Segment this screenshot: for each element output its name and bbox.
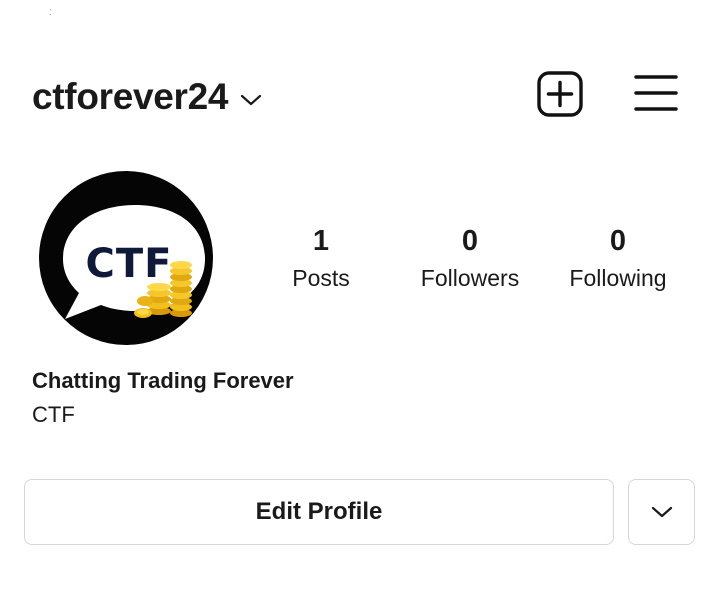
followers-stat[interactable]: 0 Followers [421,222,519,294]
chevron-down-icon [651,506,672,518]
following-label: Following [569,265,667,291]
posts-label: Posts [292,265,350,291]
plus-square-icon [537,71,583,117]
posts-count: 1 [312,225,330,257]
hamburger-menu-icon [634,75,678,111]
chevron-down-icon [241,94,262,106]
bio: CTF [32,402,75,427]
posts-stat[interactable]: 1 Posts [292,222,350,294]
followers-label: Followers [420,265,520,291]
account-switcher[interactable]: ctforever24 [32,76,262,118]
following-stat[interactable]: 0 Following [569,222,666,294]
profile-stats: 1 Posts 0 Followers 0 Following [0,222,720,302]
profile-header: ctforever24 [0,60,720,132]
followers-count: 0 [461,225,479,257]
following-count: 0 [609,225,627,257]
edit-profile-button[interactable]: Edit Profile [24,479,614,545]
menu-button[interactable] [634,73,678,113]
display-name: Chatting Trading Forever [32,368,294,393]
suggested-accounts-button[interactable] [628,479,695,545]
new-post-button[interactable] [537,71,583,117]
status-bar-dot: : [49,7,52,18]
username: ctforever24 [32,76,229,117]
